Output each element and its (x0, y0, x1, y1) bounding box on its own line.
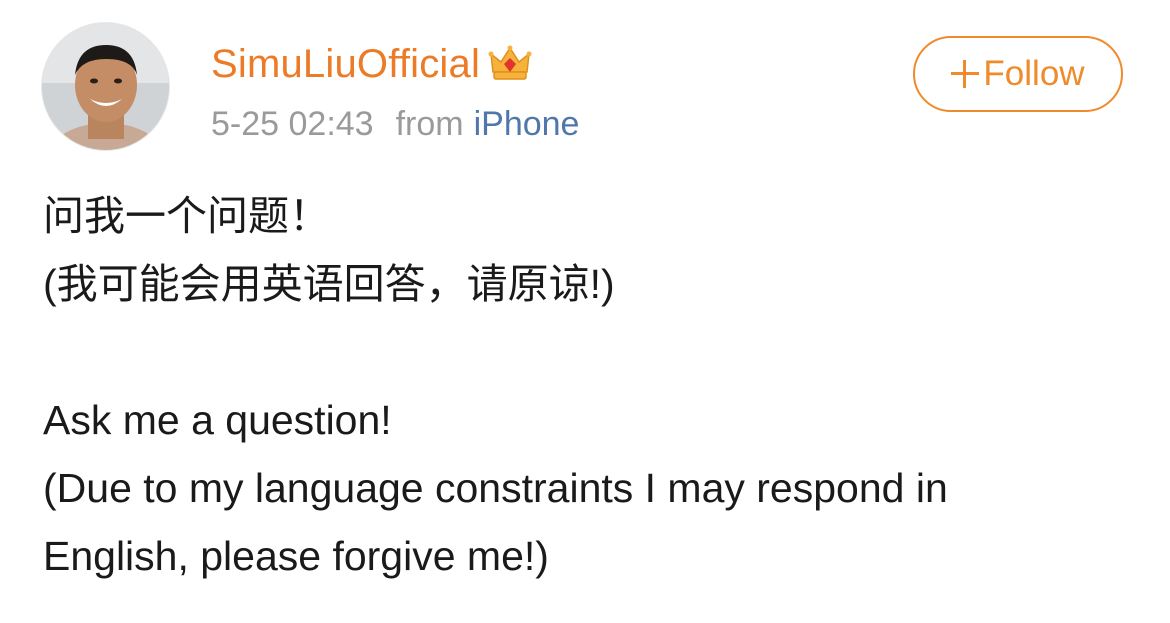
author-name[interactable]: SimuLiuOfficial (211, 42, 480, 87)
post-header: SimuLiuOfficial 5-25 02:43 from iPhone F… (0, 0, 1170, 170)
crown-vip-icon (488, 45, 532, 80)
source-device-link[interactable]: iPhone (474, 105, 580, 144)
post-text-line: 问我一个问题！ (43, 193, 330, 239)
post-text-line: Ask me a question! (43, 397, 392, 443)
follow-button[interactable]: Follow (913, 36, 1123, 112)
author-row: SimuLiuOfficial (211, 36, 532, 92)
plus-icon (951, 60, 980, 88)
post-text-line: (我可能会用英语回答，请原谅!) (43, 261, 615, 307)
follow-label: Follow (983, 54, 1085, 93)
post-meta: 5-25 02:43 from iPhone (211, 100, 579, 148)
post-body: 问我一个问题！ (我可能会用英语回答，请原谅!) Ask me a questi… (43, 182, 1153, 590)
post-timestamp: 5-25 02:43 (211, 104, 374, 143)
source-label: from (395, 104, 464, 143)
post-text-line: (Due to my language constraints I may re… (43, 465, 948, 511)
post-text-line: English, please forgive me!) (43, 533, 549, 579)
author-avatar[interactable] (41, 22, 170, 151)
